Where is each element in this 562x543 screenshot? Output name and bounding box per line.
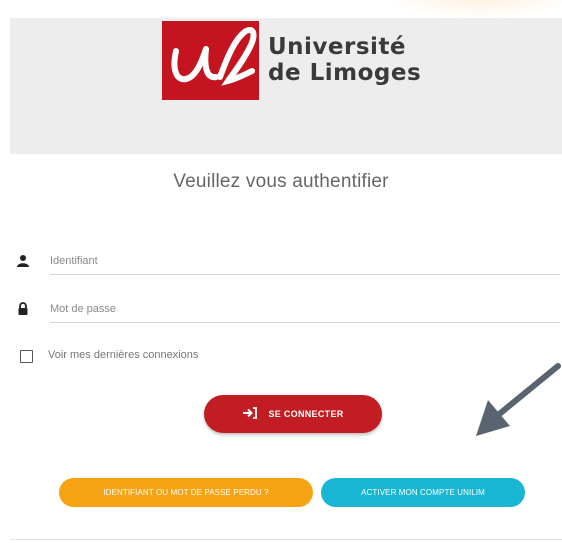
activate-account-button[interactable]: ACTIVER MON COMPTE UNILIM bbox=[321, 478, 525, 507]
activate-account-label: ACTIVER MON COMPTE UNILIM bbox=[361, 488, 485, 497]
header-banner: Université de Limoges bbox=[10, 18, 562, 154]
user-icon bbox=[16, 254, 30, 268]
password-field-row bbox=[12, 296, 562, 324]
username-field-row bbox=[12, 248, 562, 276]
login-button[interactable]: SE CONNECTER bbox=[204, 395, 382, 433]
lost-credentials-button[interactable]: IDENTIFIANT OU MOT DE PASSE PERDU ? bbox=[59, 478, 313, 507]
university-logo-text: Université de Limoges bbox=[268, 34, 421, 86]
username-input[interactable] bbox=[50, 248, 560, 275]
bottom-divider bbox=[10, 539, 562, 540]
top-glow bbox=[380, 0, 562, 20]
login-button-label: SE CONNECTER bbox=[268, 409, 344, 419]
lock-icon bbox=[16, 302, 30, 316]
sign-in-icon bbox=[242, 407, 258, 421]
arrow-icon bbox=[470, 360, 562, 442]
lost-credentials-label: IDENTIFIANT OU MOT DE PASSE PERDU ? bbox=[103, 488, 269, 497]
logo-text-line2: de Limoges bbox=[268, 60, 422, 86]
password-input[interactable] bbox=[50, 296, 560, 323]
logo-text-line1: Université bbox=[268, 34, 407, 60]
university-logo-mark bbox=[162, 21, 259, 100]
last-connections-label: Voir mes dernières connexions bbox=[48, 349, 199, 361]
page-title: Veuillez vous authentifier bbox=[173, 171, 389, 192]
last-connections-checkbox[interactable] bbox=[20, 350, 33, 363]
